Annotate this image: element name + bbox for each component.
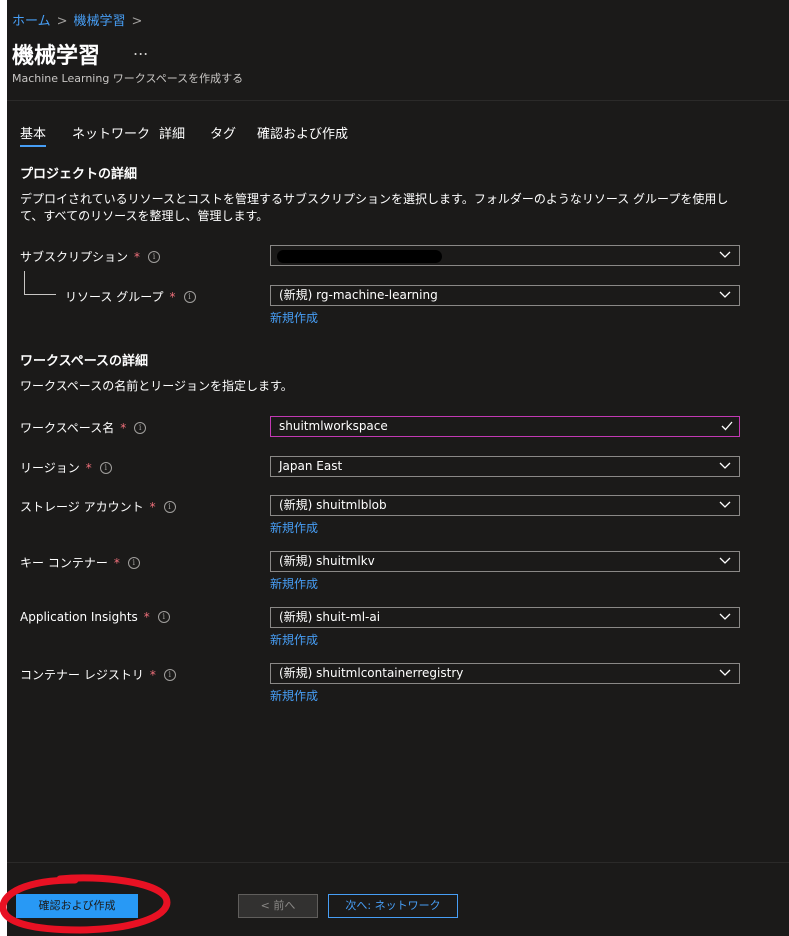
application-insights-label-text: Application Insights: [20, 610, 138, 624]
subscription-label-text: サブスクリプション: [20, 250, 129, 264]
resource-group-value: (新規) rg-machine-learning: [279, 288, 438, 302]
chevron-down-icon: [719, 501, 731, 508]
chevron-down-icon: [719, 669, 731, 676]
required-marker: *: [134, 249, 141, 264]
breadcrumb-home-link[interactable]: ホーム: [12, 14, 51, 29]
info-icon[interactable]: i: [157, 611, 170, 623]
info-icon[interactable]: i: [163, 668, 176, 681]
page-title: 機械学習: [12, 44, 101, 69]
key-vault-dropdown[interactable]: (新規) shuitmlkv: [270, 551, 740, 572]
resource-group-dropdown[interactable]: (新規) rg-machine-learning: [270, 285, 740, 306]
next-networking-button[interactable]: 次へ: ネットワーク: [328, 894, 458, 918]
application-insights-dropdown[interactable]: (新規) shuit-ml-ai: [270, 607, 740, 628]
resource-group-label-text: リソース グループ: [65, 290, 164, 304]
tab-networking[interactable]: ネットワーク: [72, 123, 150, 142]
info-icon[interactable]: i: [148, 250, 161, 263]
resource-group-label: リソース グループ * i: [65, 288, 196, 305]
project-details-heading: プロジェクトの詳細: [20, 167, 138, 182]
required-marker: *: [113, 555, 120, 570]
container-registry-create-new-link[interactable]: 新規作成: [270, 687, 318, 704]
header-divider: [7, 100, 789, 101]
storage-account-label: ストレージ アカウント * i: [20, 498, 176, 515]
region-dropdown[interactable]: Japan East: [270, 456, 740, 477]
key-vault-label: キー コンテナー * i: [20, 554, 140, 571]
chevron-down-icon: [719, 251, 731, 258]
workspace-name-label-text: ワークスペース名: [20, 421, 115, 435]
redacted-subscription-mask: [277, 250, 442, 263]
storage-account-value: (新規) shuitmlblob: [279, 498, 387, 512]
breadcrumb-separator: >: [131, 14, 143, 29]
required-marker: *: [143, 610, 150, 624]
previous-button[interactable]: < 前へ: [238, 894, 318, 918]
container-registry-label: コンテナー レジストリ * i: [20, 666, 176, 683]
required-marker: *: [120, 420, 127, 435]
tab-advanced[interactable]: 詳細: [159, 123, 185, 142]
chevron-down-icon: [719, 291, 731, 298]
region-label: リージョン * i: [20, 459, 112, 476]
info-icon[interactable]: i: [127, 556, 140, 569]
tab-tags[interactable]: タグ: [210, 123, 236, 142]
region-label-text: リージョン: [20, 461, 80, 475]
workspace-name-input[interactable]: shuitmlworkspace: [270, 416, 740, 437]
chevron-down-icon: [719, 462, 731, 469]
workspace-details-heading: ワークスペースの詳細: [20, 354, 149, 369]
tab-basics[interactable]: 基本: [20, 123, 47, 147]
required-marker: *: [149, 667, 156, 682]
create-workspace-blade: ホーム > 機械学習 > 機械学習 ... Machine Learning ワークス…: [7, 0, 789, 936]
required-marker: *: [169, 289, 176, 304]
chevron-down-icon: [719, 613, 731, 620]
info-icon[interactable]: i: [134, 421, 147, 434]
tab-review-create[interactable]: 確認および作成: [257, 123, 348, 142]
tree-connector-horizontal: [24, 294, 56, 295]
key-vault-create-new-link[interactable]: 新規作成: [270, 575, 318, 592]
info-icon[interactable]: i: [163, 500, 176, 513]
application-insights-label: Application Insights * i: [20, 610, 170, 624]
container-registry-dropdown[interactable]: (新規) shuitmlcontainerregistry: [270, 663, 740, 684]
footer-divider: [7, 862, 789, 863]
chevron-down-icon: [719, 557, 731, 564]
required-marker: *: [85, 460, 92, 475]
workspace-name-value: shuitmlworkspace: [279, 419, 388, 433]
breadcrumb: ホーム > 機械学習 >: [12, 10, 148, 29]
workspace-name-label: ワークスペース名 * i: [20, 419, 147, 436]
resource-group-create-new-link[interactable]: 新規作成: [270, 309, 318, 326]
info-icon[interactable]: i: [99, 461, 112, 474]
region-value: Japan East: [279, 459, 343, 473]
container-registry-value: (新規) shuitmlcontainerregistry: [279, 666, 464, 680]
key-vault-value: (新規) shuitmlkv: [279, 554, 375, 568]
subscription-dropdown[interactable]: [270, 245, 740, 266]
container-registry-label-text: コンテナー レジストリ: [20, 668, 144, 682]
application-insights-create-new-link[interactable]: 新規作成: [270, 631, 318, 648]
storage-account-dropdown[interactable]: (新規) shuitmlblob: [270, 495, 740, 516]
storage-account-create-new-link[interactable]: 新規作成: [270, 519, 318, 536]
required-marker: *: [149, 499, 156, 514]
project-details-description: デプロイされているリソースとコストを管理するサブスクリプションを選択します。フォ…: [20, 192, 729, 223]
info-icon[interactable]: i: [183, 290, 196, 303]
more-options-button[interactable]: ...: [133, 40, 148, 59]
storage-account-label-text: ストレージ アカウント: [20, 500, 144, 514]
key-vault-label-text: キー コンテナー: [20, 556, 108, 570]
page-subtitle: Machine Learning ワークスペースを作成する: [12, 72, 244, 85]
red-highlight-annotation: [0, 874, 171, 934]
tree-connector-vertical: [24, 271, 25, 294]
application-insights-value: (新規) shuit-ml-ai: [279, 610, 381, 624]
breadcrumb-current-link[interactable]: 機械学習: [74, 14, 126, 29]
checkmark-icon: [721, 421, 733, 431]
workspace-details-description: ワークスペースの名前とリージョンを指定します。: [20, 379, 293, 393]
breadcrumb-separator: >: [56, 14, 68, 29]
subscription-label: サブスクリプション * i: [20, 248, 161, 265]
